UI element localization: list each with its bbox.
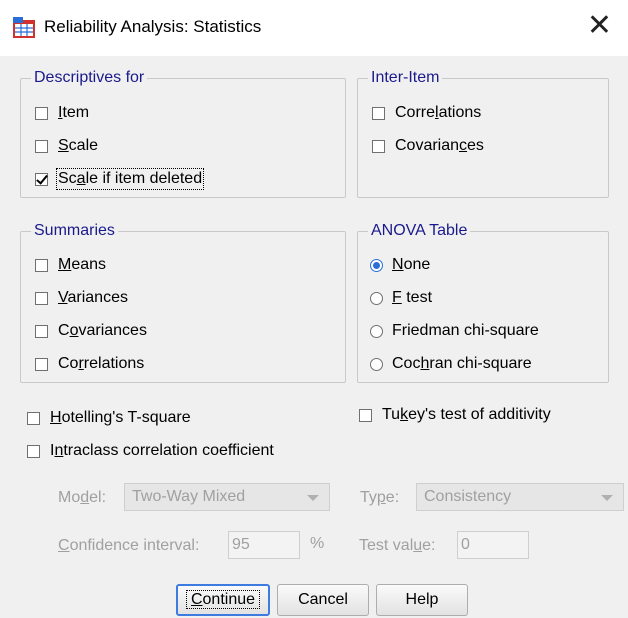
intraclass-checkbox[interactable]: Intraclass correlation coefficient xyxy=(27,440,274,462)
scale-if-item-deleted-checkbox-box[interactable] xyxy=(35,172,48,186)
scale-if-item-deleted-label: Scale if item deleted xyxy=(55,168,205,190)
anova-cochran-radio-dot[interactable] xyxy=(370,357,383,371)
summaries-means-label: Means xyxy=(58,256,107,273)
spss-app-icon xyxy=(13,17,35,38)
summaries-variances-checkbox-box[interactable] xyxy=(35,291,48,305)
anova-f-test-radio-dot[interactable] xyxy=(370,291,383,305)
tukey-label: Tukey's test of additivity xyxy=(382,406,551,423)
anova-none-radio[interactable]: None xyxy=(370,254,430,276)
intraclass-label: Intraclass correlation coefficient xyxy=(50,442,274,459)
inter-item-covariances-checkbox[interactable]: Covariances xyxy=(372,135,484,157)
scale-checkbox-box[interactable] xyxy=(35,139,48,153)
chevron-down-icon xyxy=(601,495,613,501)
item-checkbox-box[interactable] xyxy=(35,106,48,120)
help-button[interactable]: Help xyxy=(376,584,468,616)
anova-f-test-radio[interactable]: F test xyxy=(370,287,432,309)
anova-none-radio-dot[interactable] xyxy=(370,258,383,272)
anova-none-label: None xyxy=(392,256,431,273)
title-bar: Reliability Analysis: Statistics ✕ xyxy=(0,0,628,56)
hotelling-checkbox[interactable]: Hotelling's T-square xyxy=(27,407,191,429)
close-icon[interactable]: ✕ xyxy=(587,9,612,43)
anova-friedman-label: Friedman chi-square xyxy=(392,322,539,339)
percent-unit: % xyxy=(310,535,325,552)
anova-f-test-label: F test xyxy=(392,289,433,306)
anova-cochran-label: Cochran chi-square xyxy=(392,355,532,372)
inter-item-covariances-checkbox-box[interactable] xyxy=(372,139,385,153)
tukey-checkbox[interactable]: Tukey's test of additivity xyxy=(359,404,551,426)
model-label: Model: xyxy=(58,489,107,506)
window-title: Reliability Analysis: Statistics xyxy=(44,17,262,36)
confidence-interval-label: Confidence interval: xyxy=(58,537,200,554)
type-label: Type: xyxy=(360,489,400,506)
scale-label: Scale xyxy=(58,137,99,154)
inter-item-correlations-checkbox[interactable]: Correlations xyxy=(372,102,481,124)
hotelling-checkbox-box[interactable] xyxy=(27,411,40,425)
inter-item-covariances-label: Covariances xyxy=(395,137,484,154)
tukey-checkbox-box[interactable] xyxy=(359,408,372,422)
descriptives-legend: Descriptives for xyxy=(31,68,148,88)
scale-if-item-deleted-checkbox[interactable]: Scale if item deleted xyxy=(35,168,205,190)
test-value-label: Test value: xyxy=(359,537,436,554)
hotelling-label: Hotelling's T-square xyxy=(50,409,191,426)
intraclass-checkbox-box[interactable] xyxy=(27,444,40,458)
item-label: Item xyxy=(58,104,90,121)
confidence-interval-input[interactable]: 95 xyxy=(228,531,300,559)
inter-item-legend: Inter-Item xyxy=(368,68,443,88)
type-select[interactable]: Consistency xyxy=(416,483,624,511)
model-select-value: Two-Way Mixed xyxy=(132,488,246,505)
anova-legend: ANOVA Table xyxy=(368,221,471,241)
summaries-covariances-checkbox[interactable]: Covariances xyxy=(35,320,147,342)
summaries-correlations-checkbox-box[interactable] xyxy=(35,357,48,371)
summaries-correlations-checkbox[interactable]: Correlations xyxy=(35,353,144,375)
summaries-covariances-label: Covariances xyxy=(58,322,147,339)
summaries-covariances-checkbox-box[interactable] xyxy=(35,324,48,338)
summaries-means-checkbox[interactable]: Means xyxy=(35,254,106,276)
summaries-correlations-label: Correlations xyxy=(58,355,145,372)
cancel-button[interactable]: Cancel xyxy=(277,584,369,616)
scale-checkbox[interactable]: Scale xyxy=(35,135,98,157)
type-select-value: Consistency xyxy=(424,488,512,505)
summaries-legend: Summaries xyxy=(31,221,118,241)
anova-friedman-radio-dot[interactable] xyxy=(370,324,383,338)
inter-item-correlations-checkbox-box[interactable] xyxy=(372,106,385,120)
inter-item-correlations-label: Correlations xyxy=(395,104,482,121)
model-select[interactable]: Two-Way Mixed xyxy=(124,483,330,511)
summaries-variances-checkbox[interactable]: Variances xyxy=(35,287,128,309)
anova-friedman-radio[interactable]: Friedman chi-square xyxy=(370,320,539,342)
test-value-input[interactable]: 0 xyxy=(457,531,529,559)
summaries-variances-label: Variances xyxy=(58,289,128,306)
summaries-means-checkbox-box[interactable] xyxy=(35,258,48,272)
continue-button-label: Continue xyxy=(185,590,261,609)
chevron-down-icon xyxy=(307,495,319,501)
anova-cochran-radio[interactable]: Cochran chi-square xyxy=(370,353,532,375)
item-checkbox[interactable]: Item xyxy=(35,102,89,124)
continue-button[interactable]: Continue xyxy=(176,584,270,616)
